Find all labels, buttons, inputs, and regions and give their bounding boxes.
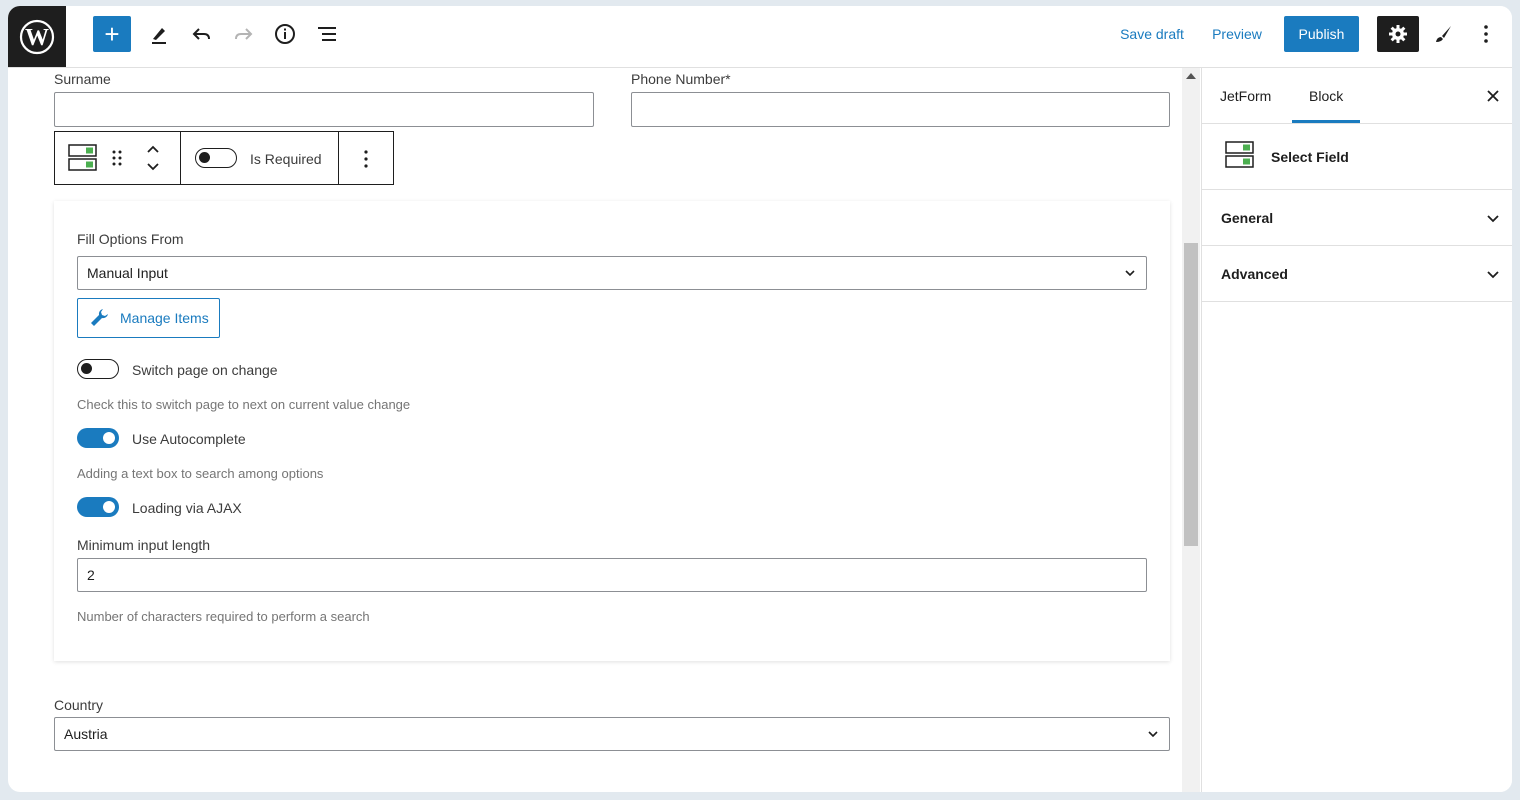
- settings-button[interactable]: [1377, 16, 1419, 52]
- brush-icon: [1436, 26, 1451, 42]
- select-field-block-icon: [1225, 141, 1254, 168]
- gear-icon: [1389, 25, 1407, 43]
- surname-input[interactable]: [54, 92, 594, 127]
- tab-jetform[interactable]: JetForm: [1220, 68, 1271, 123]
- country-select[interactable]: Austria: [54, 717, 1170, 751]
- block-card: Select Field: [1202, 124, 1512, 190]
- move-up-icon[interactable]: [145, 142, 161, 156]
- block-name: Select Field: [1271, 149, 1349, 165]
- required-toggle-group: Is Required: [181, 132, 339, 184]
- chevron-down-icon: [1487, 215, 1499, 223]
- scrollbar-thumb[interactable]: [1184, 243, 1198, 546]
- styles-button[interactable]: [1427, 16, 1459, 52]
- phone-label: Phone Number*: [631, 71, 731, 87]
- wordpress-logo-icon[interactable]: W: [8, 6, 66, 67]
- panel-general-label: General: [1221, 209, 1274, 226]
- select-field-block-icon[interactable]: [68, 144, 98, 172]
- details-button[interactable]: [269, 16, 301, 52]
- block-toolbar: Is Required: [54, 131, 394, 185]
- manage-items-label: Manage Items: [120, 310, 209, 326]
- pencil-icon: [152, 28, 166, 44]
- redo-icon: [235, 28, 253, 40]
- manage-items-button[interactable]: Manage Items: [77, 298, 220, 338]
- required-label: Is Required: [250, 151, 322, 167]
- info-icon: [275, 24, 295, 44]
- tab-block[interactable]: Block: [1292, 68, 1361, 123]
- surname-label: Surname: [54, 71, 111, 87]
- chevron-down-icon: [1125, 270, 1135, 277]
- ajax-label: Loading via AJAX: [132, 500, 242, 516]
- move-down-icon[interactable]: [145, 160, 161, 174]
- phone-input[interactable]: [631, 92, 1170, 127]
- options-button[interactable]: [1470, 16, 1502, 52]
- chevron-down-icon: [1487, 271, 1499, 279]
- wrench-icon: [91, 309, 108, 326]
- list-view-button[interactable]: [311, 16, 343, 52]
- tools-button[interactable]: [143, 16, 175, 52]
- undo-button[interactable]: [186, 16, 218, 52]
- autocomplete-label: Use Autocomplete: [132, 431, 246, 447]
- list-view-icon: [318, 27, 336, 41]
- scroll-up-arrow-icon[interactable]: [1186, 73, 1196, 79]
- country-label: Country: [54, 697, 104, 713]
- preview-button[interactable]: Preview: [1210, 16, 1264, 52]
- drag-handle-icon[interactable]: [111, 149, 123, 167]
- autocomplete-help: Adding a text box to search among option…: [77, 466, 324, 481]
- panel-advanced-label: Advanced: [1221, 265, 1288, 282]
- fill-options-label: Fill Options From: [77, 231, 184, 247]
- close-icon[interactable]: [1485, 88, 1501, 104]
- more-vertical-icon: [1484, 25, 1488, 43]
- add-block-button[interactable]: +: [93, 16, 131, 52]
- switch-page-help: Check this to switch page to next on cur…: [77, 397, 411, 412]
- autocomplete-toggle[interactable]: [77, 428, 119, 448]
- block-settings-panel: Fill Options From Manual Input Manage It…: [54, 201, 1170, 661]
- switch-page-toggle[interactable]: [77, 359, 119, 379]
- editor-window: W + Save draft Preview Publish Surname P…: [8, 6, 1512, 792]
- required-toggle[interactable]: [195, 148, 237, 168]
- panel-advanced[interactable]: Advanced: [1202, 246, 1512, 302]
- fill-options-select[interactable]: Manual Input: [77, 256, 1147, 290]
- ajax-toggle[interactable]: [77, 497, 119, 517]
- block-options-button[interactable]: [339, 132, 393, 184]
- switch-page-label: Switch page on change: [132, 362, 278, 378]
- publish-button[interactable]: Publish: [1284, 16, 1359, 52]
- min-length-label: Minimum input length: [77, 537, 211, 553]
- fill-options-value: Manual Input: [87, 265, 168, 281]
- chevron-down-icon: [1148, 731, 1158, 738]
- svg-text:W: W: [25, 25, 49, 51]
- top-toolbar: W + Save draft Preview Publish: [8, 6, 1512, 68]
- panel-general[interactable]: General: [1202, 190, 1512, 246]
- min-length-input[interactable]: 2: [77, 558, 1147, 592]
- min-length-help: Number of characters required to perform…: [77, 609, 370, 624]
- undo-icon: [192, 28, 210, 40]
- more-vertical-icon: [364, 150, 368, 168]
- settings-sidebar: JetForm Block Select Field General Advan…: [1201, 68, 1512, 792]
- block-toolbar-group: [55, 132, 181, 184]
- plus-icon: +: [104, 19, 120, 49]
- country-value: Austria: [64, 726, 108, 742]
- editor-canvas: Surname Phone Number* Is Required Fill O…: [8, 68, 1182, 792]
- redo-button[interactable]: [227, 16, 259, 52]
- save-draft-button[interactable]: Save draft: [1118, 16, 1186, 52]
